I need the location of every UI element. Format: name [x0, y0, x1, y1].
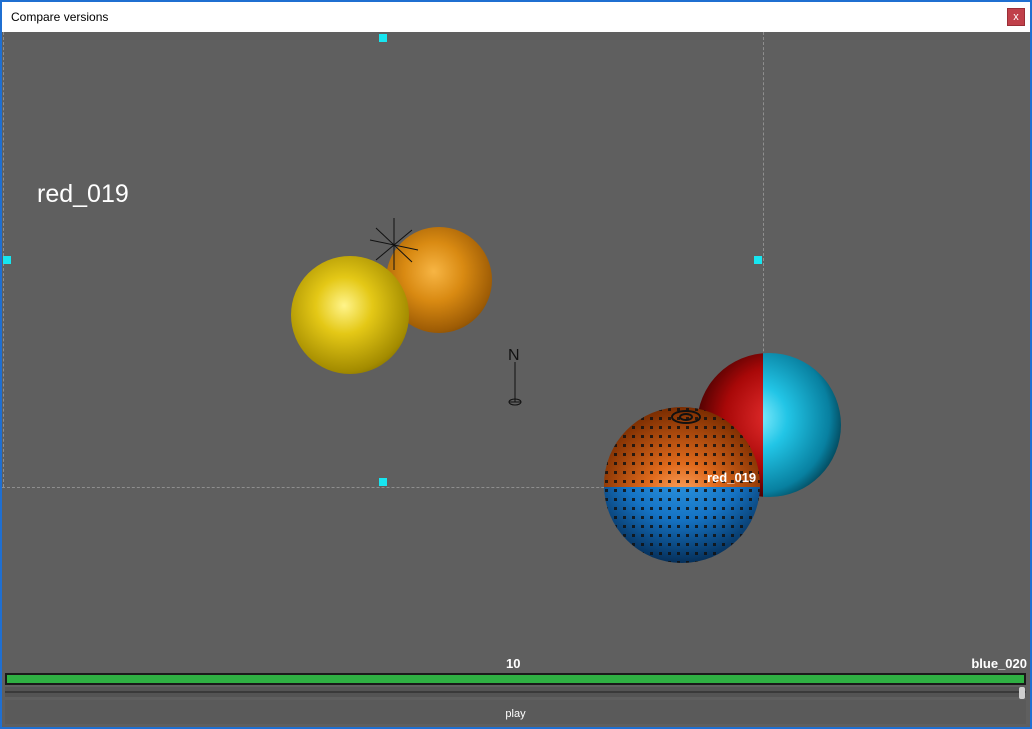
object-name-label: red_019	[37, 180, 129, 208]
end-version-label: blue_020	[971, 656, 1027, 671]
progress-fill	[7, 675, 1024, 683]
sphere-name-label: red_019	[707, 470, 757, 485]
window-title: Compare versions	[11, 10, 109, 24]
progress-bar	[5, 673, 1026, 685]
selection-handle-left[interactable]	[3, 256, 11, 264]
compass-icon: N	[508, 347, 522, 406]
timeline-slider[interactable]	[5, 687, 1026, 699]
selection-handle-bottom[interactable]	[379, 478, 387, 486]
compass-north-letter: N	[508, 347, 520, 364]
selection-handle-right[interactable]	[754, 256, 762, 264]
title-bar: Compare versions x	[2, 2, 1030, 32]
yellow-sphere[interactable]	[291, 256, 409, 374]
slider-thumb[interactable]	[1019, 687, 1025, 699]
current-frame-number: 10	[506, 656, 521, 671]
dotted-orange-blue-sphere[interactable]	[602, 405, 762, 565]
3d-viewport[interactable]: red_019 N red_019	[2, 32, 1030, 672]
slider-line	[5, 691, 1026, 693]
close-button[interactable]: x	[1007, 8, 1025, 26]
selection-handle-top[interactable]	[379, 34, 387, 42]
compare-versions-window: Compare versions x red_019 N red_019 10 …	[2, 2, 1030, 727]
play-button[interactable]: play	[5, 700, 1026, 724]
